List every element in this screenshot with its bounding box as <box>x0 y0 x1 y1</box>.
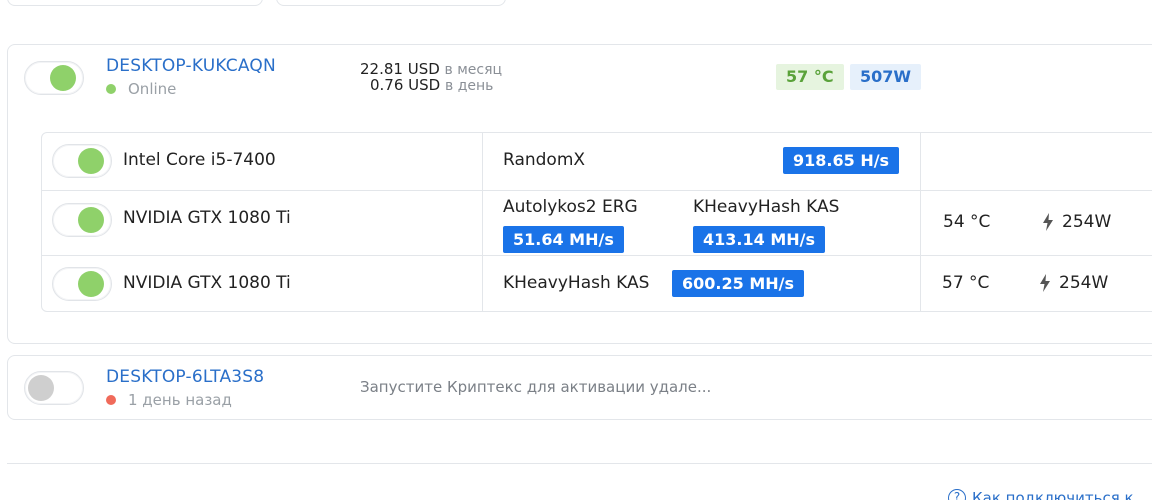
offline-dot-icon <box>106 395 116 405</box>
toggle-knob <box>78 148 104 174</box>
device-name: Intel Core i5-7400 <box>123 150 276 170</box>
toggle-knob <box>78 271 104 297</box>
device-power: 254W <box>1042 212 1111 232</box>
toggle-knob <box>78 207 104 233</box>
device-name: NVIDIA GTX 1080 Ti <box>123 273 291 293</box>
hashrate-badge: 413.14 MH/s <box>693 226 825 253</box>
rig-name[interactable]: DESKTOP-KUKCAQN <box>106 56 276 76</box>
device-table: Intel Core i5-7400 RandomX 918.65 H/s NV… <box>41 132 1152 312</box>
device-name: NVIDIA GTX 1080 Ti <box>123 208 291 228</box>
algorithm-name: RandomX <box>503 150 586 170</box>
algorithm-name: Autolykos2 ERG <box>503 197 638 217</box>
income-day-unit: в день <box>445 78 494 94</box>
activation-hint: Запустите Криптекс для активации удале..… <box>360 378 712 396</box>
device-power-value: 254W <box>1062 212 1112 232</box>
top-control-stub[interactable] <box>7 0 263 6</box>
lightning-icon <box>1040 274 1050 292</box>
device-row: NVIDIA GTX 1080 Ti KHeavyHash KAS 600.25… <box>42 255 1152 312</box>
help-link-label: Как подключиться к <box>972 489 1134 500</box>
rig-toggle[interactable] <box>24 371 84 405</box>
algorithm-name: KHeavyHash KAS <box>503 273 650 293</box>
rig-power-badge: 507W <box>850 64 922 90</box>
hashrate-badge: 600.25 MH/s <box>672 270 804 297</box>
income-month-unit: в месяц <box>444 62 503 78</box>
divider <box>7 463 1152 464</box>
toggle-knob <box>50 65 76 91</box>
rig-status-label: 1 день назад <box>128 391 232 409</box>
help-link[interactable]: ? Как подключиться к <box>948 489 1134 500</box>
hashrate-badge: 51.64 MH/s <box>503 226 624 253</box>
top-control-stub[interactable] <box>276 0 506 6</box>
device-power-value: 254W <box>1059 273 1109 293</box>
hashrate-badge: 918.65 H/s <box>783 147 900 174</box>
rig-card: DESKTOP-KUKCAQN Online 22.81 USD в месяц… <box>7 44 1152 344</box>
rig-temperature-badge: 57 °C <box>776 64 844 90</box>
device-row: NVIDIA GTX 1080 Ti Autolykos2 ERG 51.64 … <box>42 190 1152 255</box>
rig-status: 1 день назад <box>106 391 232 409</box>
toggle-knob <box>28 375 54 401</box>
rig-status: Online <box>106 80 176 98</box>
income-day: 0.76 USD в день <box>370 77 493 94</box>
device-row: Intel Core i5-7400 RandomX 918.65 H/s <box>42 133 1152 190</box>
lightning-icon <box>1043 213 1053 231</box>
income-day-value: 0.76 USD <box>370 76 441 94</box>
question-icon: ? <box>948 489 966 500</box>
device-toggle[interactable] <box>52 203 112 237</box>
device-temperature: 54 °C <box>943 212 991 232</box>
device-temperature: 57 °C <box>942 273 990 293</box>
online-dot-icon <box>106 84 116 94</box>
device-toggle[interactable] <box>52 267 112 301</box>
device-power: 254W <box>1039 273 1108 293</box>
rig-status-label: Online <box>128 80 177 98</box>
rig-toggle[interactable] <box>24 61 84 95</box>
rig-card: DESKTOP-6LTA3S8 1 день назад Запустите К… <box>7 355 1152 420</box>
device-toggle[interactable] <box>52 144 112 178</box>
algorithm-name: KHeavyHash KAS <box>693 197 840 217</box>
rig-name[interactable]: DESKTOP-6LTA3S8 <box>106 367 264 387</box>
